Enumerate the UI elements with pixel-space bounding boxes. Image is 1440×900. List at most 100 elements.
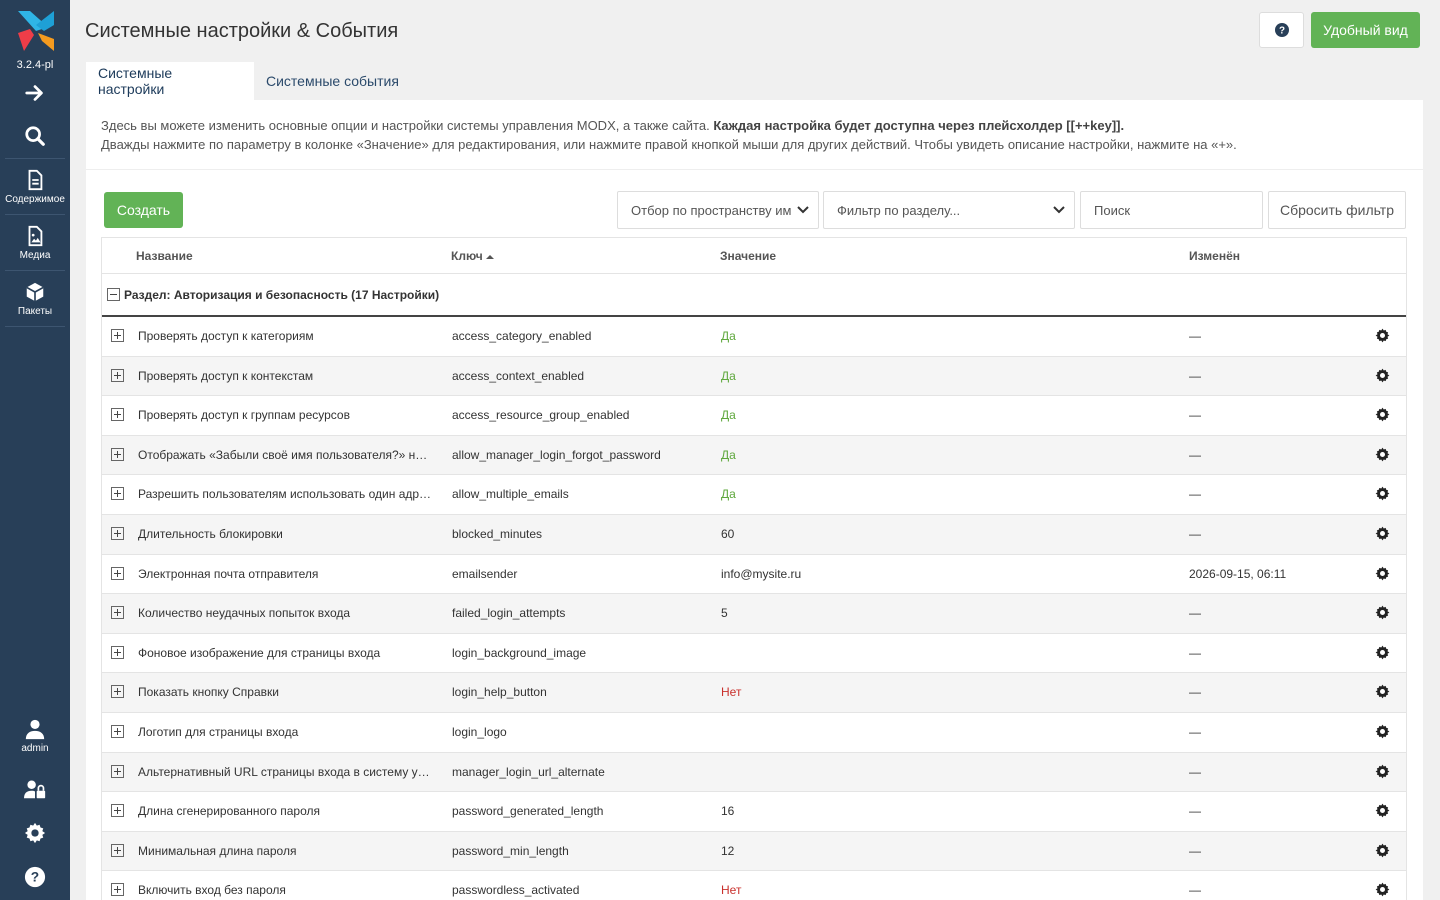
- user-name: admin: [21, 743, 49, 754]
- sidebar-item-packages[interactable]: Пакеты: [0, 281, 70, 317]
- expand-menu-button[interactable]: [0, 82, 70, 104]
- gear-icon[interactable]: [1375, 882, 1390, 897]
- setting-name: Длительность блокировки: [138, 526, 283, 541]
- expand-row-icon[interactable]: [111, 804, 124, 818]
- setting-value[interactable]: Да: [721, 487, 1161, 501]
- setting-value[interactable]: 16: [721, 804, 1161, 818]
- setting-value[interactable]: 12: [721, 844, 1161, 858]
- gear-icon[interactable]: [1375, 645, 1390, 660]
- gear-icon[interactable]: [1375, 328, 1390, 343]
- expand-row-icon[interactable]: [111, 329, 124, 342]
- sidebar-item-content[interactable]: Содержимое: [0, 169, 70, 205]
- sidebar-item-media[interactable]: Медиа: [0, 225, 70, 261]
- area-filter-value: Фильтр по разделу...: [837, 202, 961, 218]
- setting-value[interactable]: Нет: [721, 883, 1161, 897]
- column-header-key[interactable]: Ключ: [451, 249, 495, 263]
- settings-button[interactable]: [0, 822, 70, 844]
- expand-row-icon[interactable]: [111, 843, 124, 857]
- namespace-filter-value: Отбор по пространству им: [631, 202, 792, 218]
- gear-icon[interactable]: [1375, 605, 1390, 620]
- expand-row-icon[interactable]: [111, 566, 124, 580]
- gear-icon[interactable]: [1375, 724, 1390, 739]
- table-row[interactable]: Количество неудачных попыток входа failed…: [102, 594, 1406, 634]
- table-row[interactable]: Отображать «Забыли своё имя пользователя…: [102, 435, 1406, 476]
- column-header-modified[interactable]: Изменён: [1189, 249, 1240, 263]
- tab-system-events[interactable]: Системные события: [254, 62, 411, 100]
- search-input[interactable]: [1080, 191, 1263, 229]
- setting-modified: —: [1189, 329, 1201, 343]
- table-row[interactable]: Длина сгенерированного пароля password_ge…: [102, 792, 1406, 832]
- table-row[interactable]: Длительность блокировки blocked_minutes 60…: [102, 514, 1406, 555]
- expand-row-icon[interactable]: [111, 526, 124, 540]
- table-row[interactable]: Логотип для страницы входа login_logo —: [102, 713, 1406, 753]
- table-row[interactable]: Электронная почта отправителя emailsender…: [102, 555, 1406, 595]
- area-filter-select[interactable]: Фильтр по разделу...: [823, 191, 1075, 229]
- gear-icon[interactable]: [1375, 803, 1390, 818]
- gear-icon[interactable]: [1375, 843, 1390, 858]
- reset-filter-button[interactable]: Сбросить фильтр: [1268, 191, 1406, 229]
- help-sidebar-button[interactable]: ?: [0, 866, 70, 888]
- column-header-name[interactable]: Название: [136, 249, 193, 263]
- table-row[interactable]: Альтернативный URL страницы входа в сист…: [102, 752, 1406, 793]
- modx-logo[interactable]: [16, 11, 54, 51]
- expand-row-icon[interactable]: [111, 764, 124, 778]
- expand-row-icon[interactable]: [111, 883, 124, 897]
- table-row[interactable]: Минимальная длина пароля password_min_len…: [102, 831, 1406, 872]
- gear-icon[interactable]: [1375, 526, 1390, 541]
- setting-name: Длина сгенерированного пароля: [138, 804, 320, 819]
- setting-value[interactable]: Да: [721, 329, 1161, 343]
- column-header-value[interactable]: Значение: [720, 249, 776, 263]
- setting-modified: —: [1189, 487, 1201, 502]
- setting-value[interactable]: info@mysite.ru: [721, 567, 1161, 581]
- access-button[interactable]: [0, 778, 70, 800]
- setting-modified: —: [1189, 685, 1201, 700]
- expand-row-icon[interactable]: [111, 368, 124, 382]
- table-row[interactable]: Фоновое изображение для страницы входа lo…: [102, 634, 1406, 674]
- gear-icon[interactable]: [1375, 368, 1390, 383]
- setting-value[interactable]: Да: [721, 369, 1161, 383]
- collapse-icon[interactable]: [107, 288, 120, 301]
- gear-icon[interactable]: [1375, 407, 1390, 422]
- search-button[interactable]: [0, 125, 70, 147]
- expand-row-icon[interactable]: [111, 447, 124, 461]
- create-button[interactable]: Создать: [104, 192, 183, 228]
- expand-row-icon[interactable]: [111, 408, 124, 422]
- gear-icon[interactable]: [1375, 566, 1390, 581]
- group-header[interactable]: Раздел: Авторизация и безопасность (17 Н…: [102, 274, 1406, 317]
- tab-system-settings[interactable]: Системные настройки: [86, 62, 254, 100]
- gear-icon[interactable]: [1375, 764, 1390, 779]
- gear-icon[interactable]: [1375, 486, 1390, 501]
- table-row[interactable]: Разрешить пользователям использовать оди…: [102, 475, 1406, 515]
- expand-row-icon[interactable]: [111, 606, 124, 620]
- table-row[interactable]: Проверять доступ к контекстам access_cont…: [102, 356, 1406, 397]
- expand-row-icon[interactable]: [111, 487, 124, 501]
- question-circle-icon: ?: [24, 866, 46, 888]
- namespace-filter-select[interactable]: Отбор по пространству им: [617, 191, 819, 229]
- sidebar-divider: [5, 158, 65, 159]
- expand-row-icon[interactable]: [111, 724, 124, 738]
- friendly-view-button[interactable]: Удобный вид: [1311, 12, 1420, 48]
- gear-icon[interactable]: [1375, 447, 1390, 462]
- table-row[interactable]: Проверять доступ к группам ресурсов acces…: [102, 396, 1406, 436]
- setting-key: login_logo: [452, 724, 507, 739]
- gear-icon: [24, 822, 46, 844]
- setting-value[interactable]: 60: [721, 527, 1161, 541]
- table-row[interactable]: Проверять доступ к категориям access_cate…: [102, 317, 1406, 357]
- table-row[interactable]: Включить вход без пароля passwordless_act…: [102, 871, 1406, 900]
- setting-value[interactable]: Да: [721, 448, 1161, 462]
- setting-modified: —: [1189, 724, 1201, 739]
- setting-value[interactable]: 5: [721, 606, 1161, 620]
- help-button[interactable]: ?: [1259, 12, 1304, 48]
- gear-icon[interactable]: [1375, 684, 1390, 699]
- settings-panel: Здесь вы можете изменить основные опции …: [86, 100, 1423, 900]
- setting-name: Логотип для страницы входа: [138, 724, 299, 739]
- chevron-down-icon: [1053, 206, 1065, 214]
- setting-modified: —: [1189, 526, 1201, 541]
- expand-row-icon[interactable]: [111, 645, 124, 659]
- expand-row-icon[interactable]: [111, 685, 124, 699]
- setting-value[interactable]: Нет: [721, 685, 1161, 699]
- user-menu[interactable]: admin: [0, 718, 70, 754]
- table-row[interactable]: Показать кнопку Справки login_help_button…: [102, 673, 1406, 713]
- setting-value[interactable]: Да: [721, 408, 1161, 422]
- arrow-right-icon: [25, 85, 43, 101]
